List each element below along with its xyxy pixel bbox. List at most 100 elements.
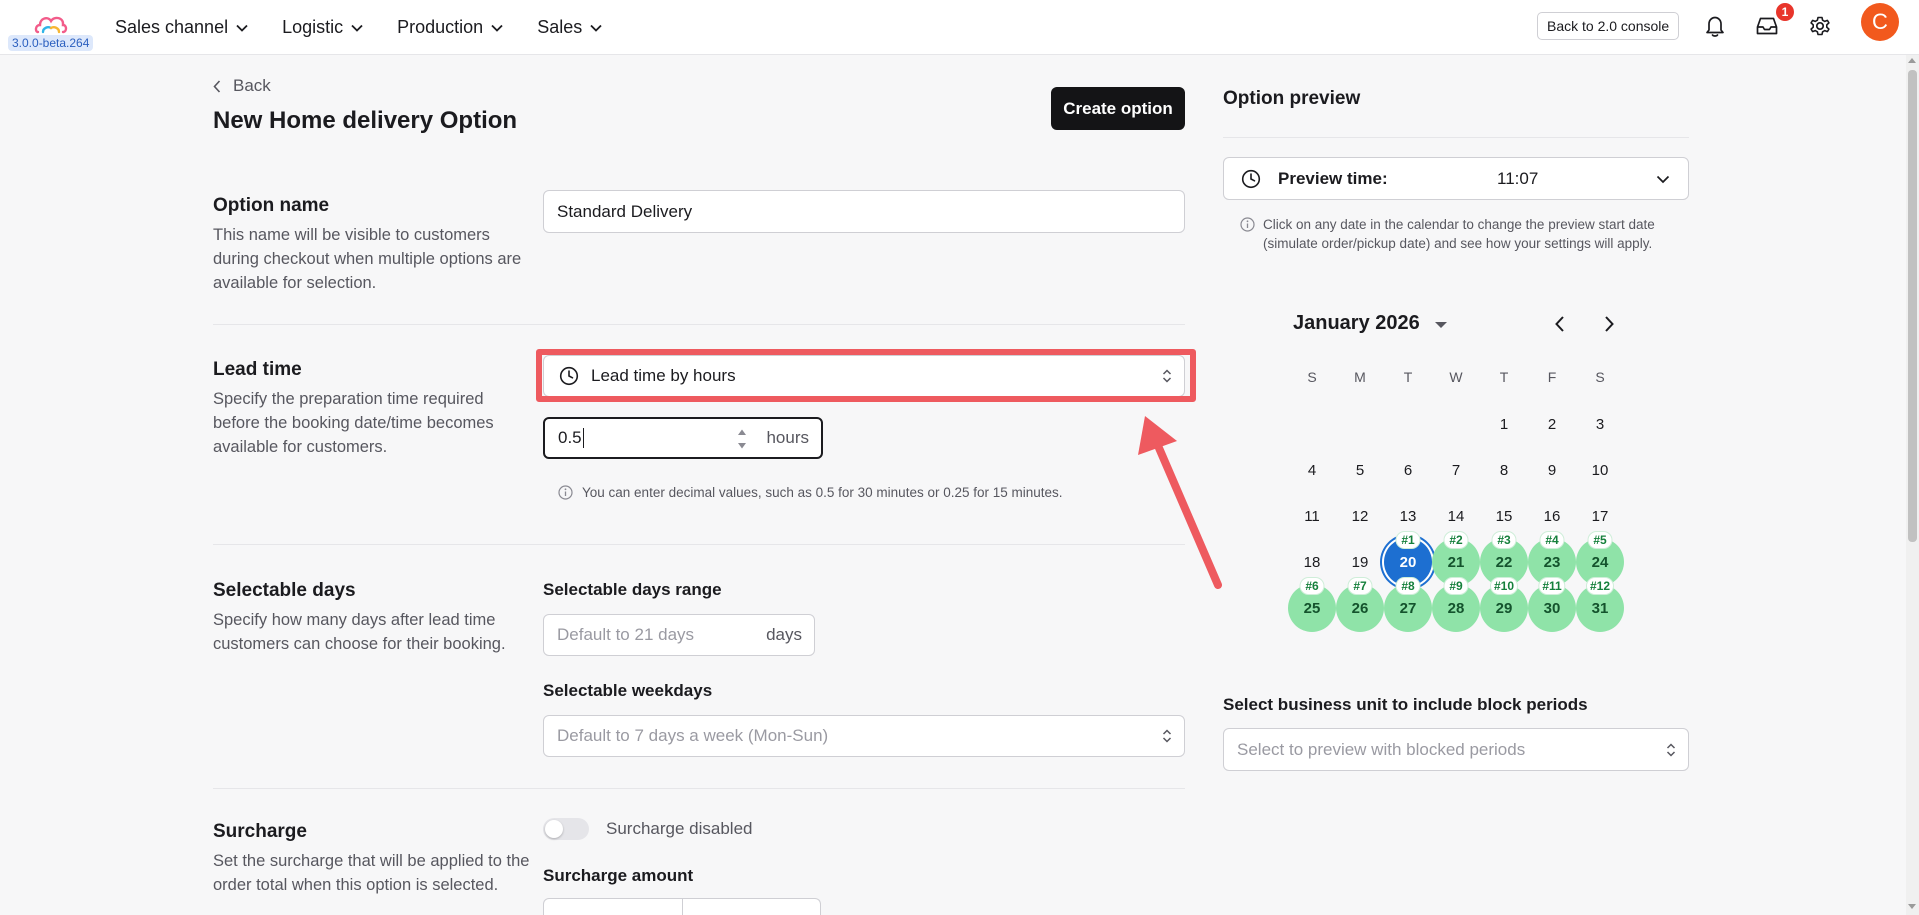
- section-divider: [213, 324, 1185, 325]
- day-order-tag: #12: [1585, 577, 1615, 595]
- lead-time-description: Specify the preparation time required be…: [213, 390, 494, 456]
- calendar-month-label[interactable]: January 2026: [1293, 312, 1420, 335]
- nav-item-label: Logistic: [282, 17, 344, 37]
- surcharge-description: Set the surcharge that will be applied t…: [213, 852, 530, 894]
- calendar-day[interactable]: 2: [1528, 400, 1576, 448]
- back-link[interactable]: Back: [213, 76, 271, 96]
- back-label: Back: [233, 76, 271, 95]
- selectable-days-range-input[interactable]: Default to 21 days days: [543, 614, 815, 656]
- annotation-highlight-box: [536, 349, 1196, 402]
- option-name-input[interactable]: Standard Delivery: [543, 190, 1185, 233]
- number-stepper-icon[interactable]: [736, 426, 748, 452]
- calendar-day[interactable]: 11: [1288, 492, 1336, 540]
- preview-time-value: 11:07: [1497, 169, 1539, 188]
- selectable-weekdays-select[interactable]: Default to 7 days a week (Mon-Sun): [543, 715, 1185, 757]
- business-unit-select[interactable]: Select to preview with blocked periods: [1223, 728, 1689, 771]
- main-nav: Sales channel Logistic Production Sales: [115, 0, 636, 55]
- calendar-day[interactable]: 7: [1432, 446, 1480, 494]
- lead-time-hint-text: You can enter decimal values, such as 0.…: [582, 485, 1063, 500]
- nav-item-label: Sales channel: [115, 17, 229, 37]
- day-order-tag: #5: [1587, 531, 1613, 549]
- nav-item-logistic[interactable]: Logistic: [282, 17, 363, 38]
- info-icon: [558, 485, 573, 500]
- hours-suffix: hours: [766, 428, 809, 447]
- surcharge-toggle-label: Surcharge disabled: [606, 819, 753, 838]
- scroll-up-icon[interactable]: [1908, 58, 1916, 63]
- input-separator: [682, 899, 683, 915]
- version-badge: 3.0.0-beta.264: [8, 35, 94, 51]
- create-option-button[interactable]: Create option: [1051, 87, 1185, 130]
- notification-badge: 1: [1776, 3, 1794, 21]
- caret-down-icon[interactable]: [1434, 321, 1448, 329]
- select-updown-icon: [1666, 742, 1676, 757]
- inbox-icon[interactable]: [1755, 14, 1779, 38]
- surcharge-amount-label: Surcharge amount: [543, 866, 694, 885]
- preview-note-text: Click on any date in the calendar to cha…: [1263, 217, 1655, 251]
- day-order-tag: #4: [1539, 531, 1565, 549]
- lead-time-hours-value: 0.5: [558, 428, 582, 447]
- selectable-days-range-placeholder: Default to 21 days: [557, 625, 695, 644]
- calendar-day[interactable]: 1: [1480, 400, 1528, 448]
- preview-note: Click on any date in the calendar to cha…: [1240, 215, 1670, 253]
- text-cursor: [582, 428, 584, 448]
- calendar-day[interactable]: 3: [1576, 400, 1624, 448]
- day-order-tag: #3: [1491, 531, 1517, 549]
- selectable-weekdays-placeholder: Default to 7 days a week (Mon-Sun): [557, 726, 829, 745]
- nav-item-production[interactable]: Production: [397, 17, 503, 38]
- top-navbar: 3.0.0-beta.264 Sales channel Logistic Pr…: [0, 0, 1919, 55]
- info-icon: [1240, 217, 1255, 232]
- user-avatar[interactable]: C: [1861, 3, 1899, 41]
- weekday-header: M: [1354, 369, 1366, 385]
- select-updown-icon: [1162, 729, 1172, 743]
- calendar-day[interactable]: 4: [1288, 446, 1336, 494]
- calendar-day[interactable]: 8: [1480, 446, 1528, 494]
- weekday-header: F: [1547, 369, 1557, 385]
- surcharge-title: Surcharge: [213, 821, 307, 842]
- day-order-tag: #6: [1299, 577, 1325, 595]
- calendar-day[interactable]: 9: [1528, 446, 1576, 494]
- chevron-down-icon: [1656, 175, 1670, 184]
- calendar-day[interactable]: 6: [1384, 446, 1432, 494]
- days-suffix: days: [766, 625, 802, 644]
- chevron-down-icon: [351, 24, 363, 32]
- toggle-knob: [545, 820, 563, 838]
- preview-time-select[interactable]: Preview time: 11:07: [1223, 157, 1689, 200]
- calendar-day[interactable]: 10: [1576, 446, 1624, 494]
- calendar-day[interactable]: 12: [1336, 492, 1384, 540]
- option-preview-title: Option preview: [1223, 88, 1361, 109]
- nav-item-sales-channel[interactable]: Sales channel: [115, 17, 248, 38]
- bell-icon[interactable]: [1704, 14, 1726, 38]
- nav-item-sales[interactable]: Sales: [537, 17, 602, 38]
- business-unit-label: Select business unit to include block pe…: [1223, 695, 1588, 714]
- weekday-header: T: [1499, 369, 1509, 385]
- surcharge-toggle[interactable]: [543, 818, 589, 840]
- chevron-left-icon: [213, 79, 221, 93]
- prev-month-icon[interactable]: [1553, 314, 1567, 334]
- surcharge-amount-input[interactable]: [543, 898, 821, 915]
- selectable-days-title: Selectable days: [213, 580, 356, 601]
- weekday-header: W: [1449, 369, 1463, 385]
- scrollbar-thumb[interactable]: [1908, 70, 1917, 542]
- section-divider: [213, 788, 1185, 789]
- option-name-value: Standard Delivery: [557, 201, 693, 221]
- day-order-tag: #8: [1395, 577, 1421, 595]
- preview-time-label: Preview time:: [1278, 169, 1388, 188]
- next-month-icon[interactable]: [1602, 314, 1616, 334]
- weekday-header: S: [1307, 369, 1317, 385]
- lead-time-hours-input[interactable]: 0.5 hours: [543, 417, 823, 459]
- nav-item-label: Production: [397, 17, 484, 37]
- option-name-title: Option name: [213, 195, 330, 216]
- day-order-tag: #7: [1347, 577, 1373, 595]
- gear-icon[interactable]: [1808, 14, 1832, 38]
- day-order-tag: #11: [1538, 577, 1566, 595]
- app-logo[interactable]: 3.0.0-beta.264: [8, 8, 94, 52]
- weekday-header: T: [1403, 369, 1413, 385]
- day-order-tag: #1: [1395, 531, 1421, 549]
- scroll-down-icon[interactable]: [1908, 904, 1916, 909]
- selectable-days-description: Specify how many days after lead time cu…: [213, 611, 506, 653]
- calendar-day[interactable]: 5: [1336, 446, 1384, 494]
- chevron-down-icon: [590, 24, 602, 32]
- lead-time-hint: You can enter decimal values, such as 0.…: [558, 485, 1063, 500]
- back-to-console-button[interactable]: Back to 2.0 console: [1537, 12, 1680, 40]
- section-divider: [213, 544, 1185, 545]
